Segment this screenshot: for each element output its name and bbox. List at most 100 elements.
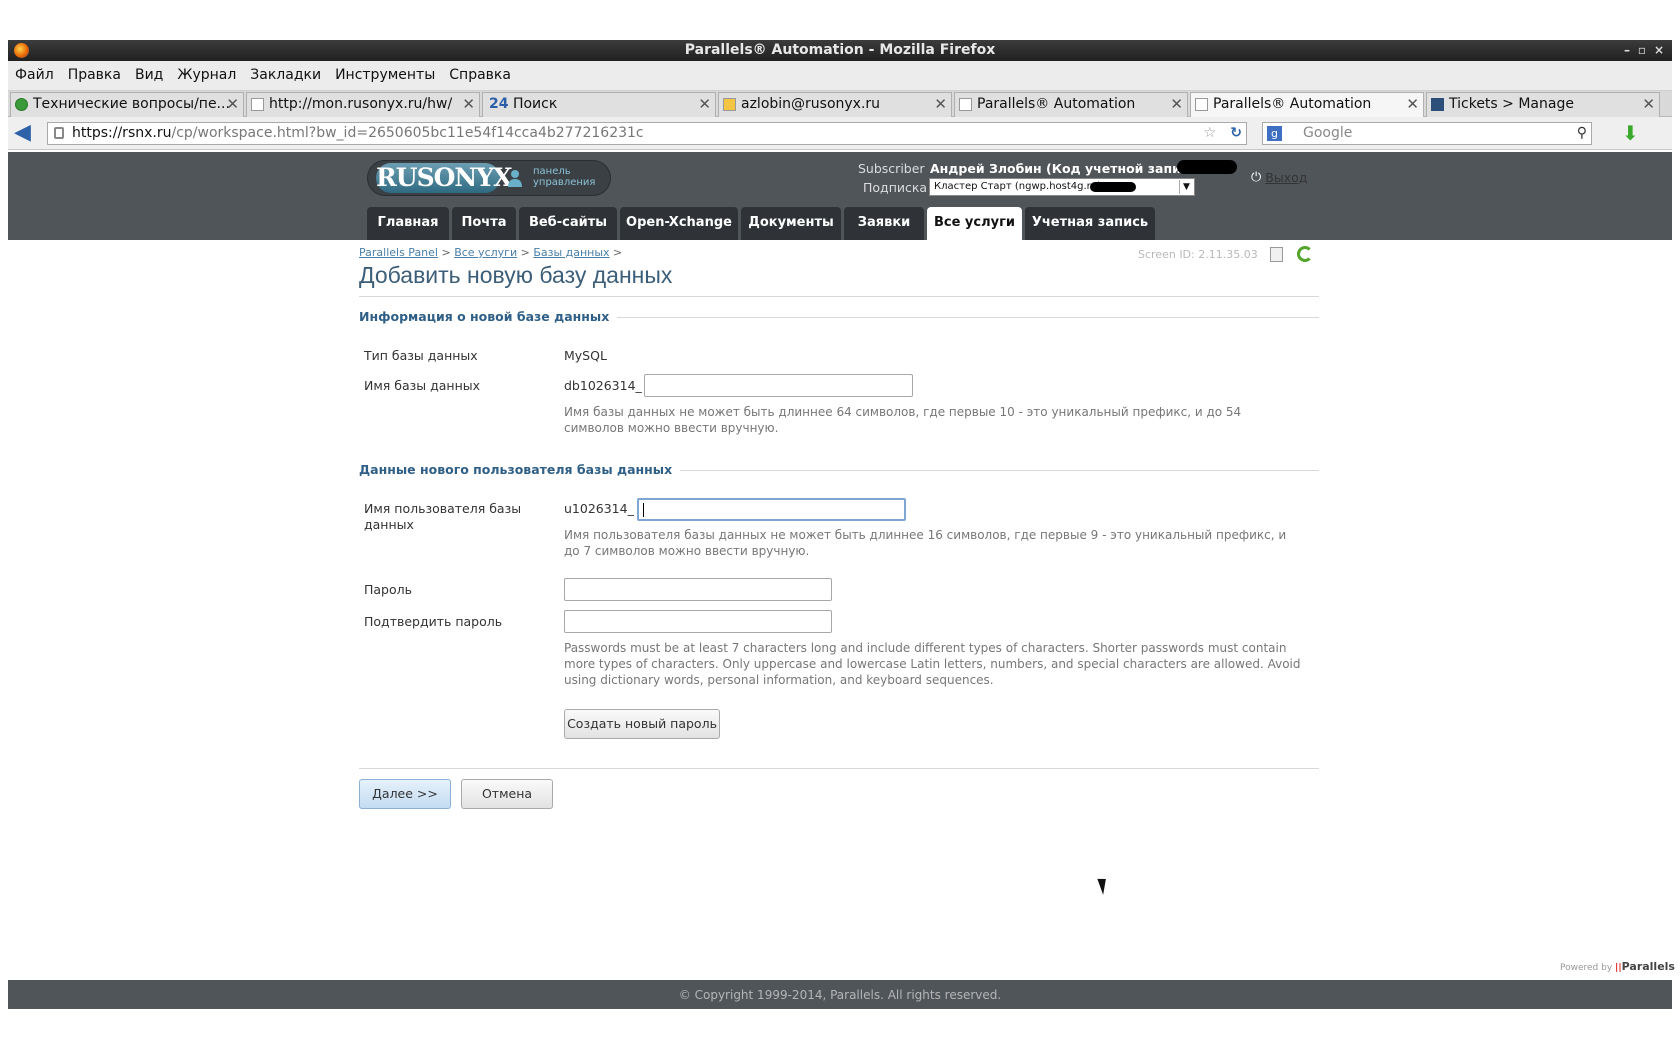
subscription-select[interactable]: Кластер Старт (ngwp.host4g.ru) ▼ <box>929 178 1195 196</box>
menu-help[interactable]: Справка <box>442 61 518 83</box>
password-label: Пароль <box>364 582 412 597</box>
tab-favicon-icon <box>1195 98 1208 111</box>
refresh-icon[interactable] <box>1297 246 1313 262</box>
tab-account[interactable]: Учетная запись <box>1025 207 1155 240</box>
redaction-mark <box>1177 160 1237 174</box>
breadcrumb-item[interactable]: Все услуги <box>454 246 517 259</box>
menubar: Файл Правка Вид Журнал Закладки Инструменты Сп… <box>8 61 1672 91</box>
confirm-password-label: Подтвердить пароль <box>364 614 503 629</box>
menu-view[interactable]: Вид <box>128 61 170 83</box>
next-button[interactable]: Далее >> <box>359 779 451 809</box>
firefox-logo-icon <box>14 43 29 58</box>
search-input[interactable]: g Google ⚲ <box>1262 122 1592 145</box>
logout-link[interactable]: ⏻ Выход <box>1251 170 1307 185</box>
page-icon[interactable] <box>1270 247 1283 262</box>
db-name-prefix: db1026314_ <box>564 378 642 393</box>
tab-favicon-icon <box>959 98 972 111</box>
star-icon[interactable]: ☆ <box>1203 123 1216 144</box>
db-user-prefix: u1026314_ <box>564 501 634 516</box>
divider <box>359 768 1319 769</box>
tab-label: Технические вопросы/пе... <box>33 96 230 112</box>
db-name-input[interactable] <box>644 374 913 397</box>
tab-close-icon[interactable]: ✕ <box>1170 93 1183 115</box>
subscription-label: Подписка <box>863 180 928 195</box>
db-name-hint: Имя базы данных не может быть длиннее 64… <box>564 405 1242 435</box>
menu-bookmarks[interactable]: Закладки <box>243 61 328 83</box>
menu-edit[interactable]: Правка <box>61 61 128 83</box>
close-window-icon[interactable]: × <box>1654 40 1664 61</box>
browser-tab[interactable]: azlobin@rusonyx.ru ✕ <box>718 92 952 117</box>
rusonyx-logo[interactable]: RUSONYX панель управления <box>367 160 611 196</box>
db-type-value: MySQL <box>564 348 607 363</box>
window-title: Parallels® Automation - Mozilla Firefox <box>684 42 996 58</box>
tab-tickets[interactable]: Заявки <box>844 207 924 240</box>
browser-tab[interactable]: 24 Поиск ✕ <box>482 92 716 117</box>
tab-websites[interactable]: Веб-сайты <box>519 207 617 240</box>
search-engine-icon[interactable]: g <box>1267 126 1282 141</box>
copyright-text: © Copyright 1999-2014, Parallels. All ri… <box>678 988 1002 1002</box>
download-icon[interactable]: ⬇ <box>1622 121 1639 145</box>
tab-favicon-icon: 24 <box>489 96 509 112</box>
menu-tools[interactable]: Инструменты <box>328 61 442 83</box>
tab-favicon-icon <box>15 98 28 111</box>
tab-label: Parallels® Automation <box>1213 96 1372 112</box>
tab-close-icon[interactable]: ✕ <box>698 93 711 115</box>
cancel-button[interactable]: Отмена <box>461 779 553 809</box>
back-arrow-icon[interactable]: ◀ <box>14 121 31 145</box>
db-type-label: Тип базы данных <box>364 348 478 363</box>
confirm-password-field[interactable] <box>564 610 832 633</box>
page-title: Добавить новую базу данных <box>359 262 673 288</box>
browser-tab[interactable]: Tickets > Manage ✕ <box>1426 92 1660 117</box>
parallels-logo-icon: || <box>1615 963 1622 973</box>
generate-password-button[interactable]: Создать новый пароль <box>564 709 720 739</box>
powered-by: Powered by ||Parallels <box>1560 960 1675 973</box>
section-title-user-info: Данные нового пользователя базы данных <box>359 462 681 477</box>
tab-all-services[interactable]: Все услуги <box>927 207 1022 240</box>
url-domain: https://rsnx.ru <box>72 125 172 141</box>
db-user-hint: Имя пользователя базы данных не может бы… <box>564 528 1287 558</box>
address-bar[interactable]: https://rsnx.ru/cp/workspace.html?bw_id=… <box>47 122 1247 145</box>
tab-documents[interactable]: Документы <box>741 207 841 240</box>
subscriber-value: Андрей Злобин (Код учетной записи: <box>930 161 1203 176</box>
breadcrumb: Parallels Panel > Все услуги > Базы данн… <box>359 246 623 259</box>
window-titlebar: Parallels® Automation - Mozilla Firefox … <box>8 40 1672 61</box>
maximize-icon[interactable]: ▫ <box>1638 40 1646 61</box>
db-user-input[interactable] <box>637 498 906 521</box>
cursor-icon <box>1097 876 1111 895</box>
tab-close-icon[interactable]: ✕ <box>462 93 475 115</box>
screen-id: Screen ID: 2.11.35.03 <box>1138 248 1258 261</box>
tab-label: Tickets > Manage <box>1449 96 1574 112</box>
tab-home[interactable]: Главная <box>367 207 449 240</box>
tab-close-icon[interactable]: ✕ <box>934 93 947 115</box>
tab-mail[interactable]: Почта <box>452 207 516 240</box>
logo-text: RUSONYX <box>376 163 513 193</box>
menu-history[interactable]: Журнал <box>170 61 243 83</box>
db-user-label: Имя пользователя базы данных <box>364 501 522 532</box>
tab-open-xchange[interactable]: Open-Xchange <box>620 207 738 240</box>
menu-file[interactable]: Файл <box>8 61 61 83</box>
tab-favicon-icon <box>723 98 736 111</box>
breadcrumb-item[interactable]: Базы данных <box>533 246 609 259</box>
minimize-icon[interactable]: – <box>1624 40 1630 61</box>
tab-favicon-icon <box>251 98 264 111</box>
section-title-database-info: Информация о новой базе данных <box>359 309 618 324</box>
password-field[interactable] <box>564 578 832 601</box>
browser-tab[interactable]: Parallels® Automation ✕ <box>954 92 1188 117</box>
tab-close-icon[interactable]: ✕ <box>1642 93 1655 115</box>
browser-tabbar: Технические вопросы/пе... ✕ http://mon.r… <box>8 91 1672 117</box>
tab-label: Поиск <box>512 96 558 112</box>
user-icon <box>508 170 522 187</box>
tab-close-icon[interactable]: ✕ <box>1406 93 1419 115</box>
tab-close-icon[interactable]: ✕ <box>226 93 239 115</box>
browser-tab[interactable]: http://mon.rusonyx.ru/hw/ ✕ <box>246 92 480 117</box>
breadcrumb-item[interactable]: Parallels Panel <box>359 246 438 259</box>
browser-tab[interactable]: Технические вопросы/пе... ✕ <box>10 92 244 117</box>
reload-icon[interactable]: ↻ <box>1230 123 1242 144</box>
password-hint: Passwords must be at least 7 characters … <box>564 641 1301 687</box>
binoculars-icon[interactable]: ⚲ <box>1577 123 1587 144</box>
browser-tab-active[interactable]: Parallels® Automation ✕ <box>1190 92 1424 117</box>
tab-label: http://mon.rusonyx.ru/hw/ <box>269 96 453 112</box>
tab-favicon-icon <box>1431 98 1444 111</box>
search-placeholder: Google <box>1303 125 1353 141</box>
redaction-mark <box>1090 182 1136 192</box>
